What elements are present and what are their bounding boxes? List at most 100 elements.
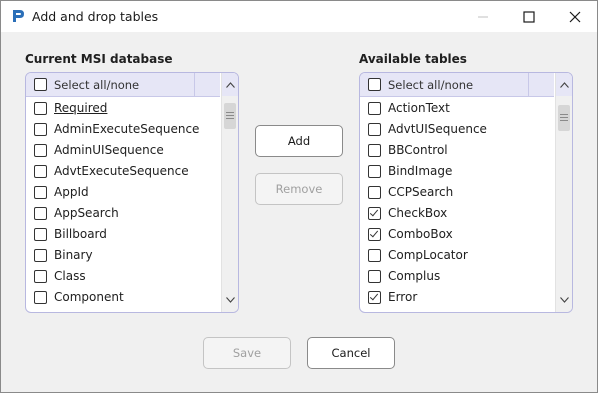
item-checkbox[interactable] [34,270,47,283]
list-item[interactable]: AppId [26,182,220,203]
item-label: Component [54,290,124,304]
current-tables-list[interactable]: Select all/none Required AdminExecuteSequ… [25,72,239,313]
scroll-down-button[interactable] [556,289,572,311]
item-label: AppId [54,185,89,199]
remove-button[interactable]: Remove [255,173,343,205]
item-checkbox[interactable] [34,207,47,220]
list-item[interactable]: Component [26,287,220,308]
select-all-label[interactable]: Select all/none [54,78,139,92]
available-tables-list[interactable]: Select all/none ActionText AdvtUISequence… [359,72,573,313]
list-header: Select all/none [360,73,554,97]
select-all-checkbox[interactable] [34,78,47,91]
list-item[interactable]: Required [26,98,220,119]
header-divider [194,73,195,96]
item-checkbox[interactable] [368,270,381,283]
list-item[interactable]: Error [360,287,554,308]
item-checkbox[interactable] [34,123,47,136]
item-label: BindImage [388,164,453,178]
chevron-up-icon [226,82,235,88]
vertical-scrollbar[interactable] [221,73,238,312]
item-label: BBControl [388,143,448,157]
item-label: AdminUISequence [54,143,164,157]
item-checkbox[interactable] [34,186,47,199]
item-label: Required [54,101,108,115]
dialog-window: Add and drop tables Current MSI database… [0,0,598,393]
scroll-down-button[interactable] [222,289,238,311]
list-item[interactable]: AdvtExecuteSequence [26,161,220,182]
list-item[interactable]: AdminUISequence [26,140,220,161]
maximize-button[interactable] [506,1,552,32]
scroll-thumb[interactable] [558,105,570,131]
item-checkbox[interactable] [34,291,47,304]
scroll-up-button[interactable] [222,73,238,96]
item-checkbox[interactable] [34,249,47,262]
app-logo-icon [13,10,24,22]
list-item[interactable]: CompLocator [360,245,554,266]
item-checkbox[interactable] [368,186,381,199]
item-checkbox[interactable] [368,144,381,157]
item-label: AppSearch [54,206,119,220]
title-bar: Add and drop tables [1,1,597,32]
vertical-scrollbar[interactable] [555,73,572,312]
select-all-checkbox[interactable] [368,78,381,91]
list-item[interactable]: ActionText [360,98,554,119]
item-checkbox[interactable] [368,291,381,304]
right-rows: ActionText AdvtUISequence BBControl BindIma… [360,98,554,308]
item-checkbox[interactable] [368,249,381,262]
save-button[interactable]: Save [203,337,291,369]
item-label: ActionText [388,101,450,115]
item-checkbox[interactable] [34,165,47,178]
item-label: Error [388,290,418,304]
item-label: Billboard [54,227,107,241]
item-label: CheckBox [388,206,448,220]
list-item[interactable]: Binary [26,245,220,266]
list-item[interactable]: BBControl [360,140,554,161]
list-item[interactable]: BindImage [360,161,554,182]
item-checkbox[interactable] [368,102,381,115]
scroll-thumb[interactable] [224,103,236,129]
list-item[interactable]: Complus [360,266,554,287]
list-header: Select all/none [26,73,220,97]
item-label: Class [54,269,86,283]
item-checkbox[interactable] [34,102,47,115]
item-label: Binary [54,248,93,262]
scroll-up-button[interactable] [556,73,572,96]
cancel-button[interactable]: Cancel [307,337,395,369]
chevron-down-icon [226,297,235,303]
item-label: CompLocator [388,248,468,262]
left-rows: Required AdminExecuteSequence AdminUISeque… [26,98,220,308]
item-checkbox[interactable] [368,165,381,178]
list-item[interactable]: AppSearch [26,203,220,224]
item-checkbox[interactable] [368,228,381,241]
chevron-up-icon [560,82,569,88]
list-item[interactable]: AdvtUISequence [360,119,554,140]
item-label: Complus [388,269,441,283]
close-button[interactable] [552,1,598,32]
close-icon [569,11,581,23]
item-checkbox[interactable] [34,144,47,157]
minimize-button[interactable] [460,1,506,32]
item-label: AdvtUISequence [388,122,487,136]
item-label: AdminExecuteSequence [54,122,200,136]
list-item[interactable]: Billboard [26,224,220,245]
list-item[interactable]: ComboBox [360,224,554,245]
item-checkbox[interactable] [368,123,381,136]
item-label: CCPSearch [388,185,454,199]
window-title: Add and drop tables [32,9,159,24]
select-all-label[interactable]: Select all/none [388,78,473,92]
list-item[interactable]: AdminExecuteSequence [26,119,220,140]
list-item[interactable]: CheckBox [360,203,554,224]
header-divider [528,73,529,96]
maximize-icon [523,11,535,23]
add-button[interactable]: Add [255,125,343,157]
current-database-heading: Current MSI database [25,52,173,66]
minimize-icon [478,16,488,18]
list-item[interactable]: CCPSearch [360,182,554,203]
list-item[interactable]: Class [26,266,220,287]
item-checkbox[interactable] [368,207,381,220]
item-label: ComboBox [388,227,453,241]
item-checkbox[interactable] [34,228,47,241]
item-label: AdvtExecuteSequence [54,164,189,178]
available-tables-heading: Available tables [359,52,467,66]
chevron-down-icon [560,297,569,303]
